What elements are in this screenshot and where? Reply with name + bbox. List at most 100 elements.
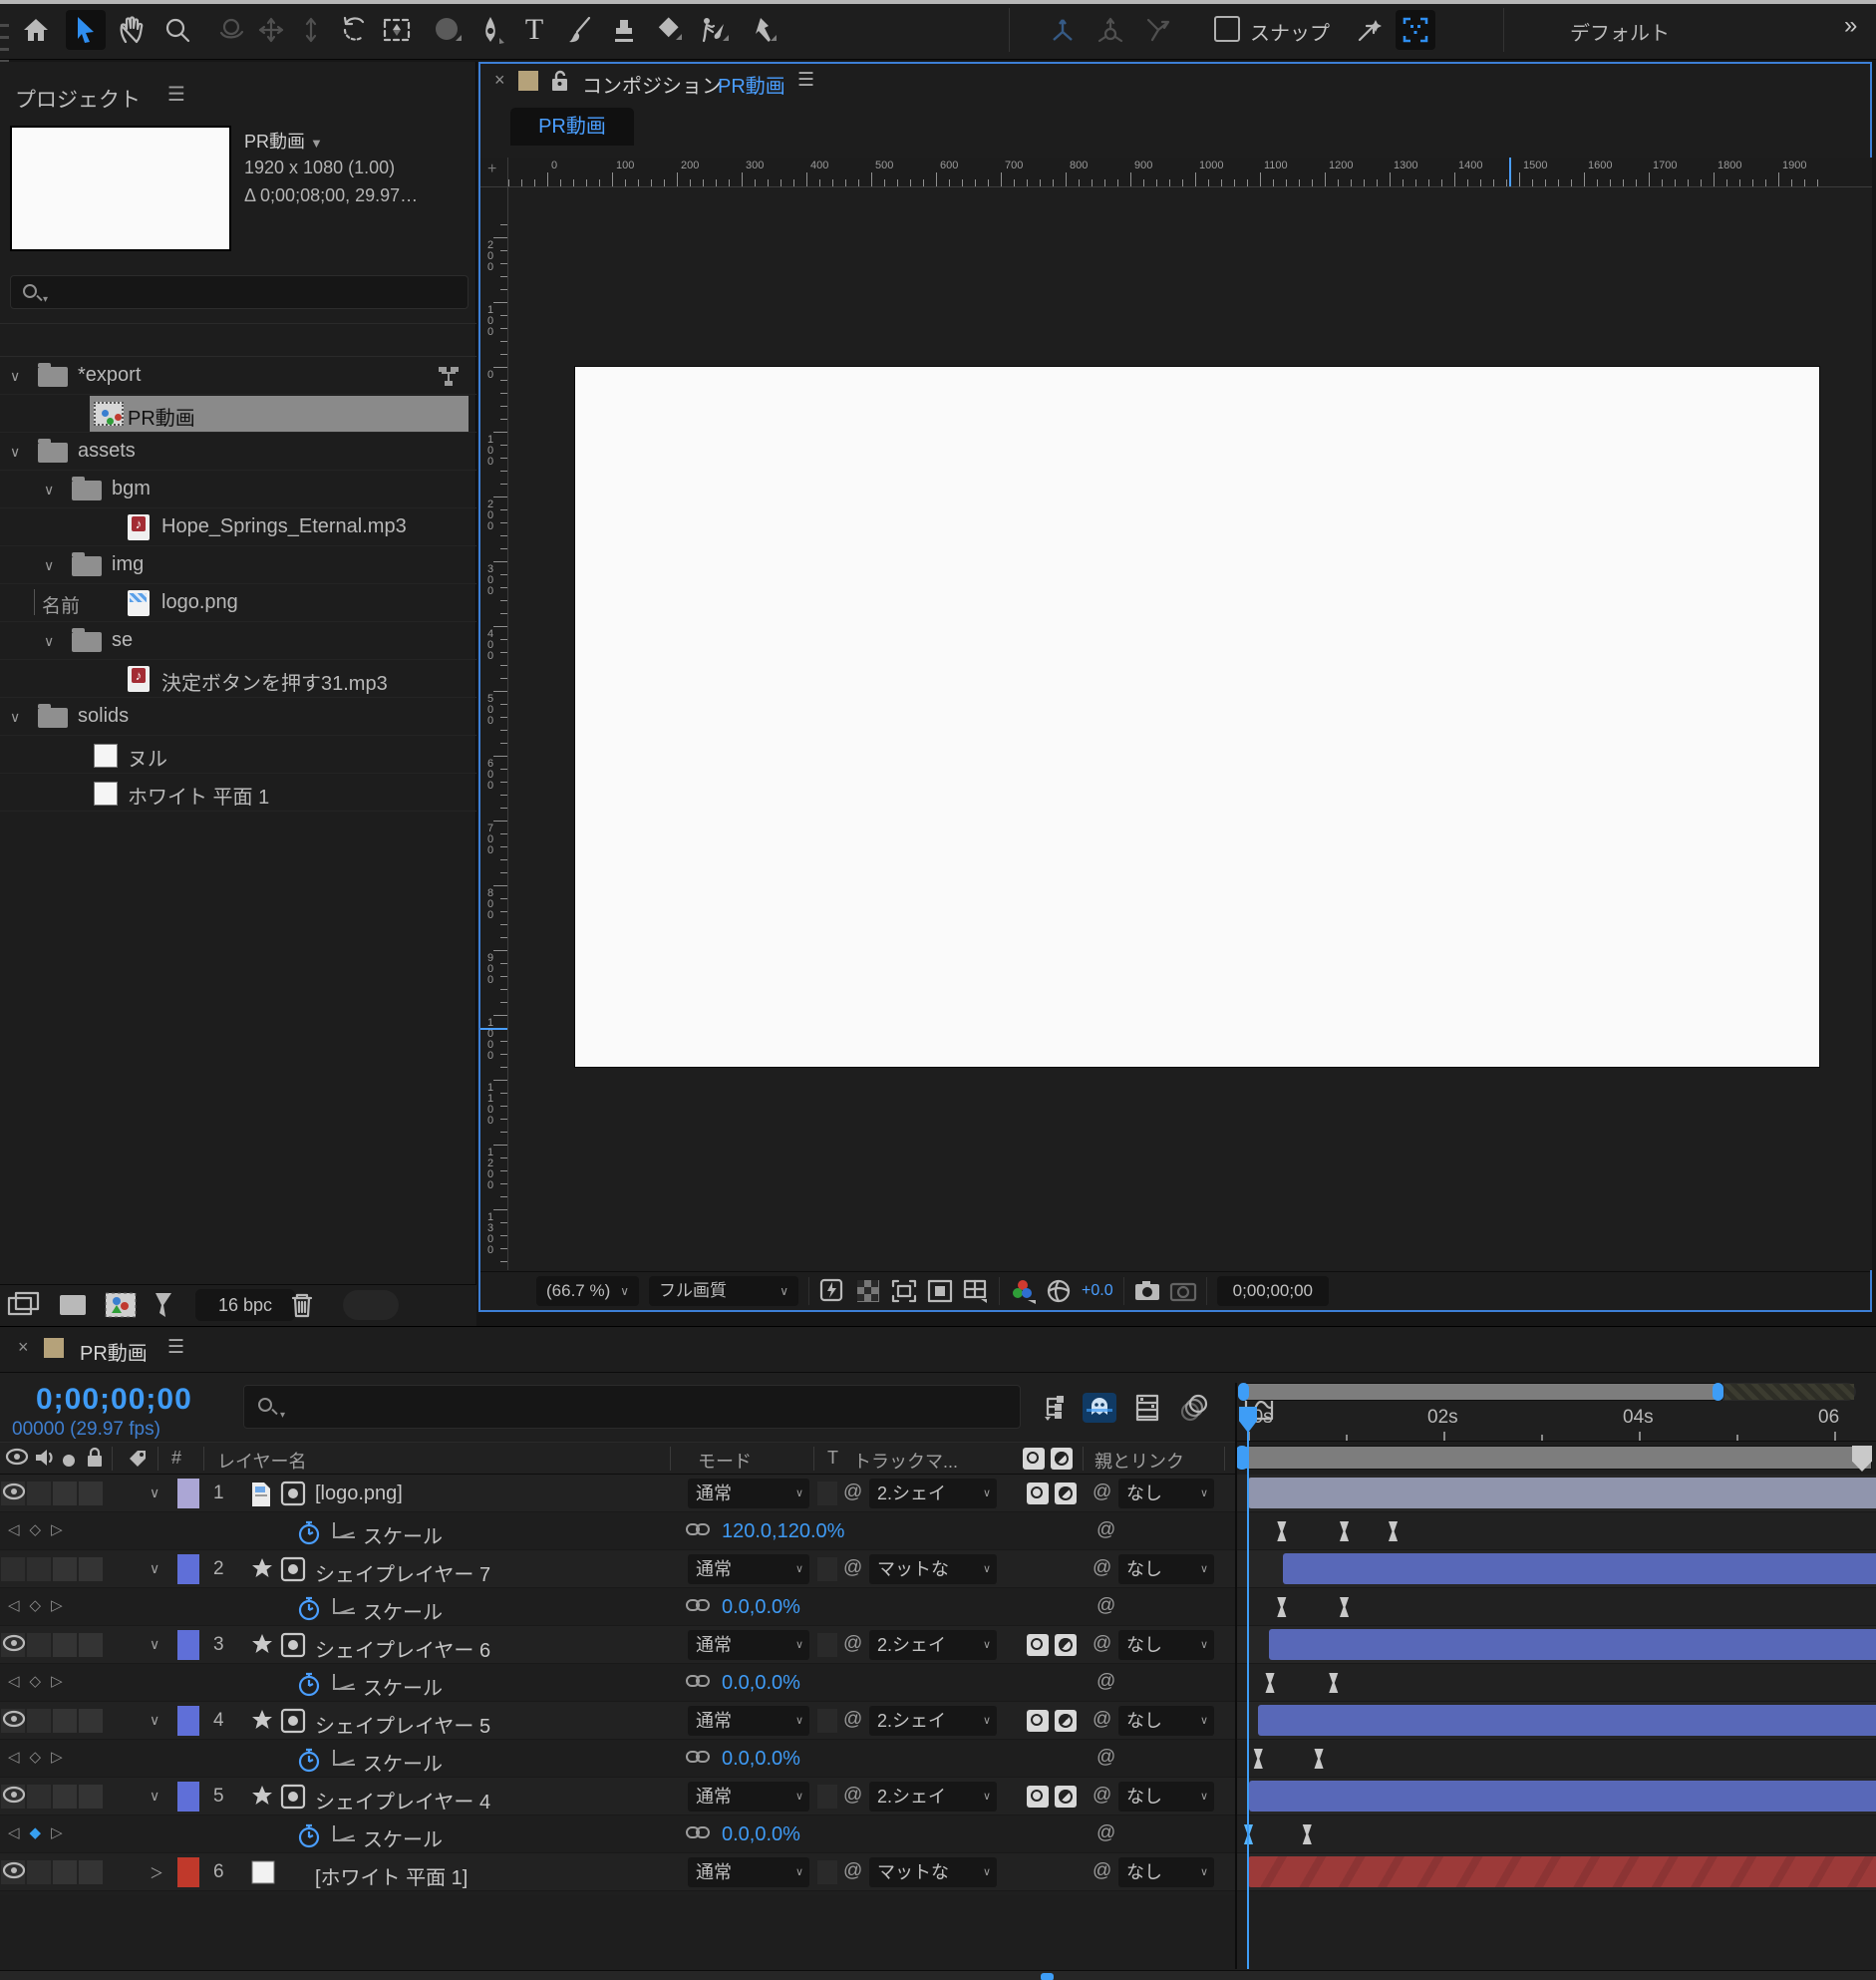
matte-switch-icon[interactable]	[1027, 1786, 1049, 1808]
timeline-tab-label[interactable]: PR動画	[80, 1337, 148, 1366]
delete-item-icon[interactable]	[289, 1291, 315, 1324]
switch-cell[interactable]	[79, 1860, 103, 1884]
property-name[interactable]: スケール	[363, 1596, 443, 1625]
roto-brush-tool-icon[interactable]	[694, 10, 734, 50]
motion-blur-switch-icon[interactable]	[1055, 1710, 1077, 1732]
grid-and-guides-icon[interactable]	[963, 1278, 989, 1304]
tree-expand-chevron[interactable]: ∨	[44, 482, 54, 498]
composition-tab-comp-name[interactable]: PR動画	[718, 70, 785, 99]
work-area-bar[interactable]	[1238, 1446, 1872, 1470]
tree-item-label[interactable]: logo.png	[161, 591, 238, 614]
keyframe-icon[interactable]	[1338, 1521, 1351, 1541]
property-graph-icon[interactable]	[333, 1674, 355, 1690]
constrain-proportions-icon[interactable]	[686, 1824, 712, 1840]
layer-label-color[interactable]	[177, 1857, 199, 1887]
layer-duration-row[interactable]	[1235, 1702, 1876, 1740]
layer-list-empty-area[interactable]	[0, 1895, 1235, 1970]
list-graph-divider[interactable]	[1235, 1383, 1237, 1969]
interpret-footage-icon[interactable]	[8, 1291, 42, 1324]
keyframe-row[interactable]	[1235, 1740, 1876, 1778]
keyframe-navigator[interactable]: ◁◇▷	[8, 1748, 73, 1766]
layer-duration-bar[interactable]	[1269, 1629, 1876, 1660]
property-graph-icon[interactable]	[333, 1750, 355, 1766]
motion-blur-switch-icon[interactable]	[1055, 1634, 1077, 1656]
constrain-proportions-icon[interactable]	[686, 1521, 712, 1537]
tree-row-folder[interactable]: ∨ *export	[0, 357, 476, 395]
pen-tool-icon[interactable]	[470, 10, 510, 50]
tree-row-folder[interactable]: ∨assets	[0, 433, 476, 471]
stopwatch-icon[interactable]	[297, 1822, 321, 1853]
layer-row[interactable]: ∨2シェイプレイヤー 7通常∨@マットな∨@なし∨	[0, 1550, 1235, 1588]
composition-region-icon[interactable]	[1396, 10, 1435, 50]
parent-dropdown[interactable]: なし∨	[1118, 1479, 1214, 1508]
preserve-transparency-cell[interactable]	[817, 1633, 837, 1657]
comp-current-time[interactable]: 0;00;00;00	[1217, 1276, 1329, 1306]
tree-item-label[interactable]: *export	[78, 364, 141, 387]
preserve-transparency-cell[interactable]	[817, 1482, 837, 1505]
transparency-grid-icon[interactable]	[855, 1278, 881, 1304]
parent-dropdown[interactable]: なし∨	[1118, 1630, 1214, 1660]
matte-switch-icon[interactable]	[1027, 1634, 1049, 1656]
collapse-transforms-icon[interactable]	[281, 1785, 305, 1814]
keyframe-icon[interactable]	[1275, 1597, 1288, 1617]
blend-mode-dropdown[interactable]: 通常∨	[688, 1782, 809, 1812]
blend-mode-dropdown[interactable]: 通常∨	[688, 1630, 809, 1660]
track-matte-dropdown[interactable]: 2.シェイ∨	[869, 1782, 997, 1812]
preserve-transparency-cell[interactable]	[817, 1785, 837, 1809]
switch-cell[interactable]	[53, 1709, 77, 1733]
stopwatch-icon[interactable]	[297, 1747, 321, 1778]
track-matte-dropdown[interactable]: 2.シェイ∨	[869, 1479, 997, 1508]
switch-cell[interactable]	[27, 1785, 51, 1809]
world-axis-mode-icon[interactable]	[1091, 10, 1130, 50]
parent-pickwhip-icon[interactable]: @	[1093, 1860, 1111, 1882]
property-value[interactable]: 0.0,0.0%	[722, 1596, 800, 1619]
lock-column-icon[interactable]	[86, 1448, 104, 1473]
layer-row[interactable]: ∨5シェイプレイヤー 4通常∨@2.シェイ∨@なし∨	[0, 1778, 1235, 1815]
unlock-icon[interactable]	[550, 70, 570, 97]
brainstorm-icon[interactable]	[1178, 1393, 1212, 1423]
layer-name[interactable]: [ホワイト 平面 1]	[315, 1861, 468, 1890]
tree-expand-chevron[interactable]: ∨	[44, 557, 54, 574]
property-value[interactable]: 0.0,0.0%	[722, 1672, 800, 1695]
zoom-tool-icon[interactable]	[157, 10, 197, 50]
exposure-reset-icon[interactable]	[1046, 1278, 1072, 1304]
dolly-camera-tool-icon[interactable]	[291, 10, 331, 50]
constrain-proportions-icon[interactable]	[686, 1749, 712, 1765]
keyframe-icon[interactable]	[1387, 1521, 1400, 1541]
tree-row-solid[interactable]: ホワイト 平面 1	[0, 774, 476, 812]
preserve-transparency-cell[interactable]	[817, 1860, 837, 1884]
flowchart-icon[interactable]	[439, 367, 461, 387]
number-column-header[interactable]: #	[171, 1448, 181, 1469]
tree-item-label[interactable]: ホワイト 平面 1	[128, 781, 269, 810]
keyframe-row[interactable]	[1235, 1588, 1876, 1626]
layer-duration-bar[interactable]	[1283, 1553, 1876, 1584]
tree-expand-chevron[interactable]: ∨	[10, 368, 20, 385]
camera-tool-icon[interactable]	[377, 10, 417, 50]
new-folder-icon[interactable]	[58, 1291, 88, 1324]
layer-label-color[interactable]	[177, 1706, 199, 1736]
layer-row[interactable]: ∨4シェイプレイヤー 5通常∨@2.シェイ∨@なし∨	[0, 1702, 1235, 1740]
close-tab-icon[interactable]: ×	[18, 1337, 29, 1358]
tree-expand-chevron[interactable]: ∨	[10, 709, 20, 726]
tree-item-label[interactable]: 決定ボタンを押す31.mp3	[161, 667, 388, 696]
frame-blending-icon[interactable]	[1130, 1393, 1164, 1423]
exposure-value[interactable]: +0.0	[1082, 1282, 1113, 1300]
property-value[interactable]: 0.0,0.0%	[722, 1748, 800, 1771]
keyframe-icon[interactable]	[1301, 1824, 1314, 1844]
tree-row-folder[interactable]: ∨se	[0, 622, 476, 660]
tree-row-image[interactable]: logo.png	[0, 584, 476, 622]
property-value[interactable]: 0.0,0.0%	[722, 1823, 800, 1846]
channel-rgb-icon[interactable]	[1010, 1278, 1036, 1304]
time-navigator-thumb[interactable]	[1246, 1383, 1722, 1401]
property-graph-icon[interactable]	[333, 1825, 355, 1841]
keyframe-navigator[interactable]: ◁◆▷	[8, 1823, 73, 1841]
horizontal-ruler[interactable]: 0100200300400500600700800900100011001200…	[508, 158, 1872, 187]
scrollbar-nub[interactable]	[1041, 1973, 1054, 1980]
time-navigator-track[interactable]	[1238, 1383, 1856, 1401]
layer-duration-row[interactable]	[1235, 1626, 1876, 1664]
hand-tool-icon[interactable]	[112, 10, 152, 50]
matte-pickwhip-icon[interactable]: @	[843, 1709, 862, 1731]
sharpen-cursor-icon[interactable]	[1348, 10, 1388, 50]
layer-label-color[interactable]	[177, 1782, 199, 1812]
track-matte-column-header[interactable]: トラックマ...	[853, 1448, 958, 1474]
